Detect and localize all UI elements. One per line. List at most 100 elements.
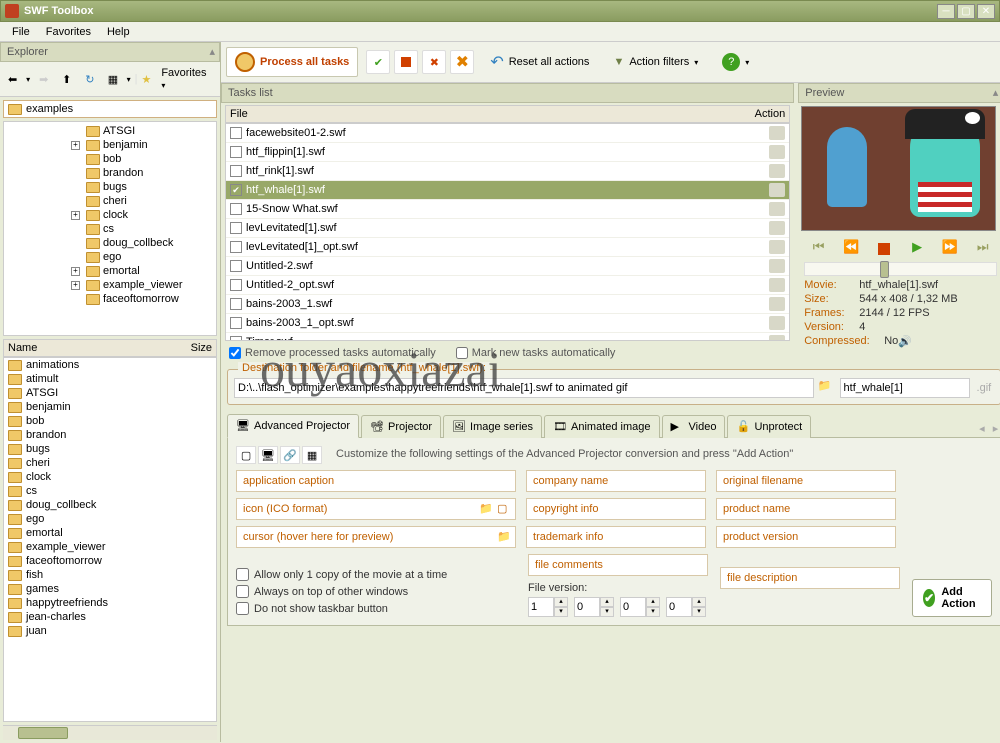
file-column[interactable]: File xyxy=(230,108,755,120)
view-dropdown[interactable]: ▾ xyxy=(127,75,131,84)
task-item[interactable]: 15-Snow What.swf xyxy=(226,200,789,219)
stop-task-button[interactable] xyxy=(394,50,418,74)
h-scrollbar[interactable] xyxy=(3,725,217,740)
task-item[interactable]: htf_flippin[1].swf xyxy=(226,143,789,162)
task-item[interactable]: facewebsite01-2.swf xyxy=(226,124,789,143)
refresh-button[interactable]: ↻ xyxy=(80,70,99,88)
stop-button[interactable] xyxy=(874,238,894,256)
list-item[interactable]: atimult xyxy=(4,372,216,386)
list-item[interactable]: brandon xyxy=(4,428,216,442)
task-item[interactable]: htf_rink[1].swf xyxy=(226,162,789,181)
file-list[interactable]: animationsatimultATSGIbenjaminbobbrandon… xyxy=(3,357,217,722)
maximize-button[interactable]: ▢ xyxy=(957,4,975,19)
list-item[interactable]: cheri xyxy=(4,456,216,470)
sound-icon[interactable]: 🔊 xyxy=(898,335,912,348)
tab-animated-image[interactable]: 🎞Animated image xyxy=(544,415,660,438)
tree-item[interactable]: cs xyxy=(6,222,214,236)
cursor-field[interactable]: cursor (hover here for preview)📁 xyxy=(236,526,516,548)
tab-unprotect[interactable]: 🔓Unprotect xyxy=(727,415,811,438)
menu-help[interactable]: Help xyxy=(99,24,138,40)
list-item[interactable]: ego xyxy=(4,512,216,526)
forward-button[interactable]: ⏩ xyxy=(940,238,960,256)
file-desc-field[interactable]: file description xyxy=(720,567,900,589)
delete-all-button[interactable]: ✖ xyxy=(450,50,474,74)
list-item[interactable]: animations xyxy=(4,358,216,372)
task-item[interactable]: bains-2003_1_opt.swf xyxy=(226,314,789,333)
tree-item[interactable]: brandon xyxy=(6,166,214,180)
task-item[interactable]: Timer.swf xyxy=(226,333,789,341)
tab-prev[interactable]: ◂ xyxy=(976,420,988,437)
company-field[interactable]: company name xyxy=(526,470,706,492)
tree-item[interactable]: +emortal xyxy=(6,264,214,278)
product-version-field[interactable]: product version xyxy=(716,526,896,548)
list-item[interactable]: cs xyxy=(4,484,216,498)
icon-field[interactable]: icon (ICO format)📁▢ xyxy=(236,498,516,520)
product-name-field[interactable]: product name xyxy=(716,498,896,520)
list-item[interactable]: games xyxy=(4,582,216,596)
minimize-button[interactable]: ─ xyxy=(937,4,955,19)
file-list-header[interactable]: Name Size xyxy=(3,339,217,357)
process-all-button[interactable]: Process all tasks xyxy=(226,47,358,77)
dest-path-input[interactable] xyxy=(234,378,814,398)
first-button[interactable]: ⏮ xyxy=(809,238,829,256)
mini-monitor[interactable]: 🖥 xyxy=(258,446,278,464)
menu-file[interactable]: File xyxy=(4,24,38,40)
tab-advanced-projector[interactable]: 🖥Advanced Projector xyxy=(227,414,359,438)
tree-item[interactable]: cheri xyxy=(6,194,214,208)
rewind-button[interactable]: ⏪ xyxy=(841,238,861,256)
favorites-button[interactable]: Favorites ▾ xyxy=(155,65,217,93)
collapse-icon[interactable]: ▴ xyxy=(993,86,999,99)
up-button[interactable]: ⬆ xyxy=(57,70,76,88)
check-button[interactable]: ✔ xyxy=(366,50,390,74)
mini-new[interactable]: ▢ xyxy=(236,446,256,464)
forward-button[interactable]: ➡ xyxy=(34,70,53,88)
file-comments-field[interactable]: file comments xyxy=(528,554,708,576)
list-item[interactable]: emortal xyxy=(4,526,216,540)
list-item[interactable]: example_viewer xyxy=(4,540,216,554)
name-column[interactable]: Name xyxy=(8,342,191,354)
list-item[interactable]: happytreefriends xyxy=(4,596,216,610)
icon-preview[interactable]: ▢ xyxy=(497,502,511,516)
tree-item[interactable]: ego xyxy=(6,250,214,264)
remove-auto-checkbox[interactable]: Remove processed tasks automatically xyxy=(229,347,436,359)
list-item[interactable]: bob xyxy=(4,414,216,428)
task-item[interactable]: ✔htf_whale[1].swf xyxy=(226,181,789,200)
tree-item[interactable]: +example_viewer xyxy=(6,278,214,292)
mark-auto-checkbox[interactable]: Mark new tasks automatically xyxy=(456,347,616,359)
copyright-field[interactable]: copyright info xyxy=(526,498,706,520)
close-button[interactable]: ✕ xyxy=(977,4,995,19)
task-item[interactable]: bains-2003_1.swf xyxy=(226,295,789,314)
reset-all-button[interactable]: ↶ Reset all actions xyxy=(482,48,597,76)
list-item[interactable]: faceoftomorrow xyxy=(4,554,216,568)
version-build[interactable]: ▴▾ xyxy=(620,597,660,617)
allow-one-copy-checkbox[interactable]: Allow only 1 copy of the movie at a time xyxy=(236,566,516,583)
task-item[interactable]: levLevitated[1]_opt.swf xyxy=(226,238,789,257)
add-action-button[interactable]: ✔ Add Action xyxy=(912,579,992,617)
app-caption-field[interactable]: application caption xyxy=(236,470,516,492)
size-column[interactable]: Size xyxy=(191,342,212,354)
list-item[interactable]: fish xyxy=(4,568,216,582)
tab-next[interactable]: ▸ xyxy=(990,420,1000,437)
back-dropdown[interactable]: ▾ xyxy=(26,75,30,84)
list-item[interactable]: benjamin xyxy=(4,400,216,414)
tree-item[interactable]: ATSGI xyxy=(6,124,214,138)
mini-link[interactable]: 🔗 xyxy=(280,446,300,464)
always-on-top-checkbox[interactable]: Always on top of other windows xyxy=(236,583,516,600)
browse-cursor-icon[interactable]: 📁 xyxy=(497,530,511,544)
tab-image-series[interactable]: 🖼Image series xyxy=(443,415,542,438)
tree-item[interactable]: bugs xyxy=(6,180,214,194)
help-button[interactable]: ? ▾ xyxy=(714,49,757,75)
seek-slider[interactable] xyxy=(804,262,997,276)
tab-video[interactable]: ▶Video xyxy=(662,415,726,438)
mini-grid[interactable]: ▦ xyxy=(302,446,322,464)
task-item[interactable]: levLevitated[1].swf xyxy=(226,219,789,238)
tree-item[interactable]: +clock xyxy=(6,208,214,222)
list-item[interactable]: bugs xyxy=(4,442,216,456)
version-major[interactable]: ▴▾ xyxy=(528,597,568,617)
folder-tree[interactable]: ATSGI+benjaminbobbrandonbugscheri+clockc… xyxy=(3,121,217,336)
task-item[interactable]: Untitled-2.swf xyxy=(226,257,789,276)
scroll-thumb[interactable] xyxy=(18,727,68,739)
tree-item[interactable]: bob xyxy=(6,152,214,166)
play-button[interactable]: ▶ xyxy=(907,238,927,256)
tree-item[interactable]: doug_collbeck xyxy=(6,236,214,250)
